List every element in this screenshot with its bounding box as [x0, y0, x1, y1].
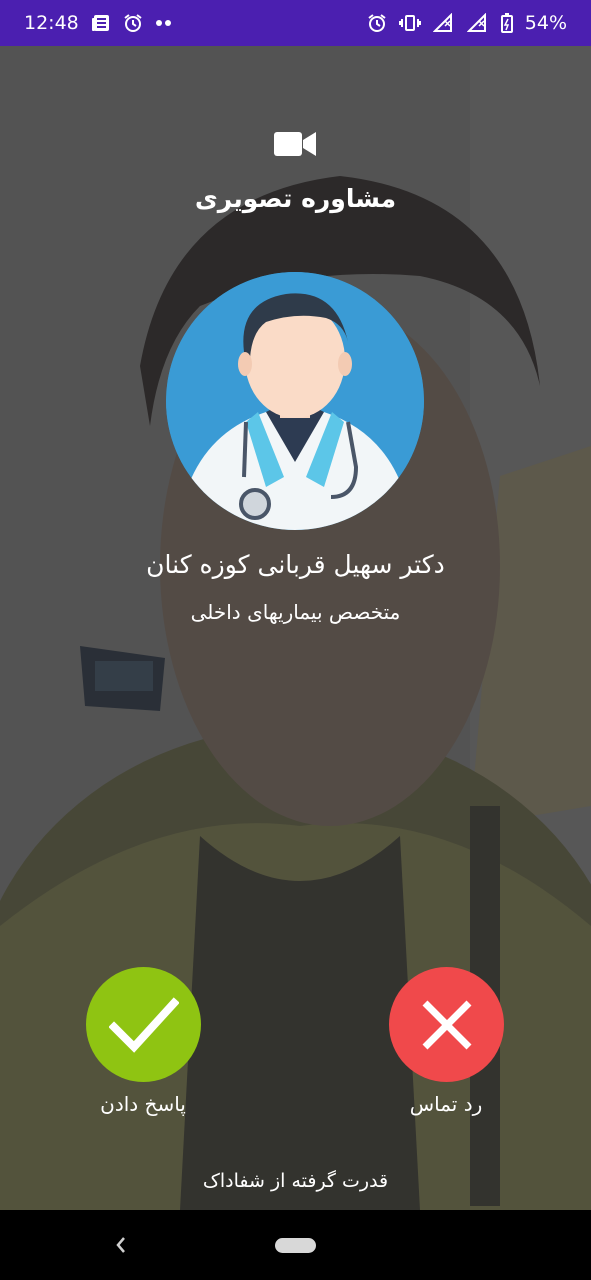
home-pill-icon[interactable]	[275, 1238, 316, 1253]
clock: 12:48	[24, 12, 79, 34]
vibrate-icon	[398, 14, 421, 32]
status-left: 12:48	[24, 12, 173, 34]
check-icon	[108, 996, 179, 1053]
doctor-specialty: متخصص بیماریهای داخلی	[190, 600, 401, 624]
status-right: 54%	[367, 12, 567, 34]
decline-label: رد تماس	[409, 1092, 483, 1116]
news-icon	[91, 14, 111, 32]
call-type-label: مشاوره تصویری	[194, 184, 397, 213]
video-camera-icon	[273, 129, 317, 163]
alarm-icon	[123, 13, 143, 33]
doctor-name: دکتر سهیل قربانی کوزه کنان	[146, 550, 445, 579]
answer-button[interactable]	[86, 967, 201, 1082]
battery-percent: 54%	[524, 12, 567, 34]
incoming-call-screen: مشاوره تصویری دکتر سهیل قربانی کوزه کنان…	[0, 46, 591, 1210]
doctor-avatar-icon	[166, 272, 424, 530]
close-icon	[422, 1000, 471, 1049]
more-dots-icon	[155, 19, 173, 27]
decline-button[interactable]	[389, 967, 504, 1082]
battery-icon	[500, 13, 513, 33]
powered-by: قدرت گرفته از شفاداک	[202, 1170, 389, 1192]
signal-icon	[432, 13, 455, 33]
navigation-bar	[0, 1210, 591, 1280]
status-bar: 12:48 54%	[0, 0, 591, 46]
signal-x-icon	[466, 13, 489, 33]
answer-label: پاسخ دادن	[100, 1092, 186, 1116]
alarm-icon	[367, 13, 387, 33]
back-icon[interactable]	[110, 1230, 134, 1260]
